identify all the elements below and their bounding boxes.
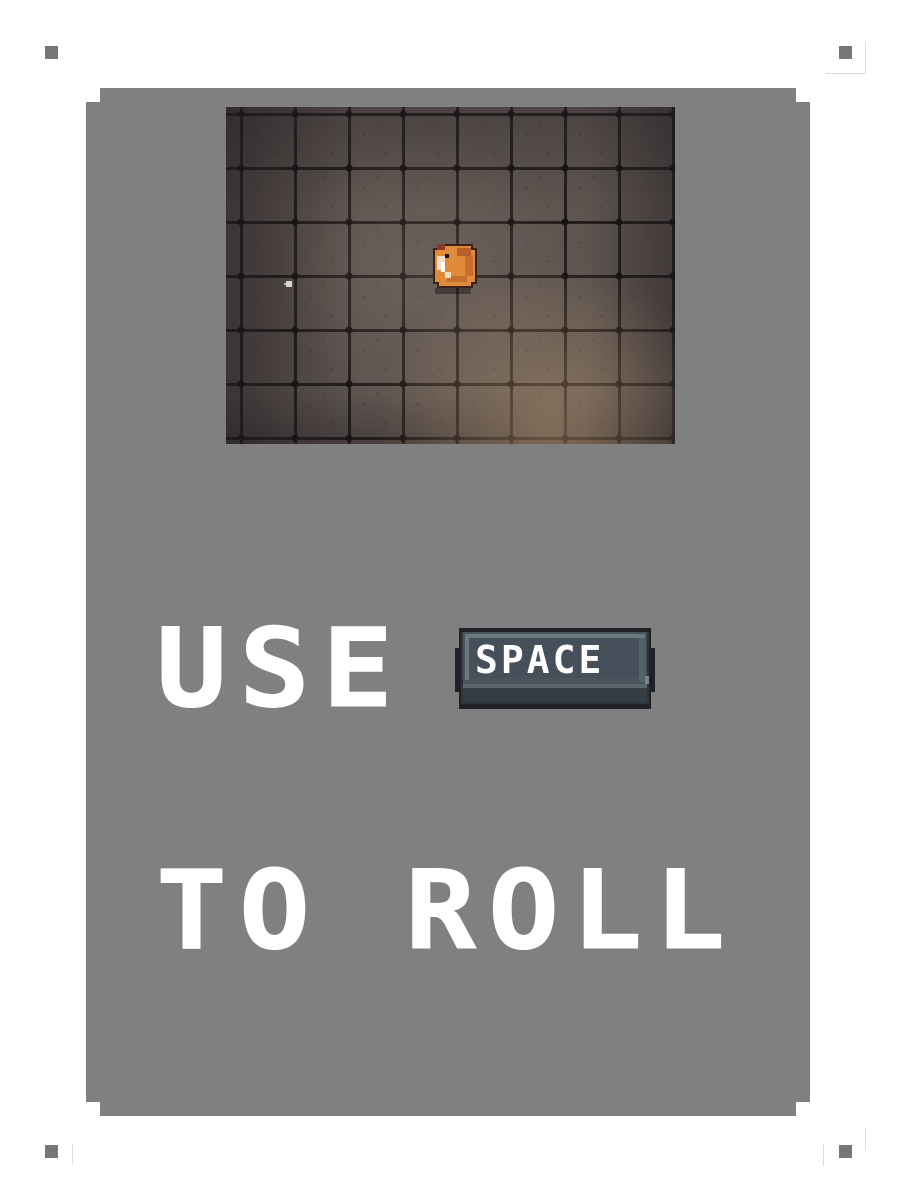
corner-guide-bottom-right-v (823, 1144, 824, 1166)
dust-puff-icon (284, 281, 292, 287)
corner-guide-top-right (865, 42, 866, 74)
corner-mark-bottom-right (839, 1145, 852, 1158)
corner-guide-bottom-right (865, 1128, 866, 1150)
space-key-icon: SPACE (455, 628, 655, 709)
corner-mark-top-left (45, 46, 58, 59)
instruction-roll-label: TO ROLL (155, 846, 738, 974)
corner-mark-bottom-left (45, 1145, 58, 1158)
corner-mark-top-right (839, 46, 852, 59)
instruction-use-label: USE (155, 604, 406, 732)
space-key-label: SPACE (475, 638, 605, 682)
hamster-icon (433, 244, 477, 294)
corner-guide-bottom-left (72, 1144, 73, 1164)
game-preview (226, 107, 675, 444)
corner-guide-top-right-h (826, 73, 866, 74)
